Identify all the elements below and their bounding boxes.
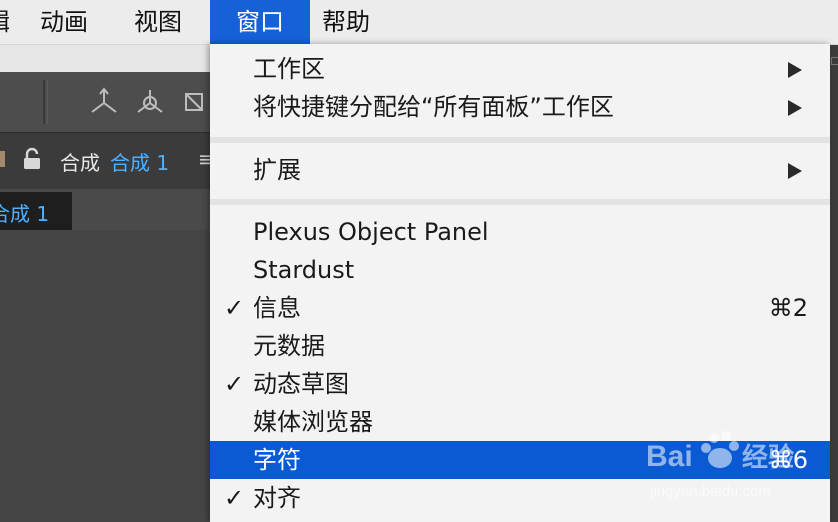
submenu-arrow-icon [788, 62, 802, 78]
checkmark-icon: ✓ [223, 294, 245, 322]
menu-item-label: 工作区 [253, 55, 325, 83]
menu-item-metadata[interactable]: 元数据 [210, 327, 830, 365]
menu-separator [210, 199, 830, 205]
composition-name[interactable]: 合成 1 [110, 147, 169, 176]
menu-item-info[interactable]: ✓ 信息 ⌘2 [210, 289, 830, 327]
menu-item-align[interactable]: ✓ 对齐 [210, 479, 830, 517]
toolbar-divider [43, 80, 45, 124]
menu-item-label: 信息 [253, 294, 301, 322]
menu-item-shortcut: ⌘6 [768, 446, 808, 474]
menu-item-plexus-object-panel[interactable]: Plexus Object Panel [210, 213, 830, 251]
composition-tab-label: 合成 1 [0, 202, 50, 226]
menu-item-media-browser[interactable]: 媒体浏览器 [210, 403, 830, 441]
panel-title: 合成 [60, 151, 100, 175]
menu-item-label: 元数据 [253, 332, 325, 360]
local-axis-icon[interactable] [88, 86, 120, 118]
checkmark-icon: ✓ [223, 370, 245, 398]
panel-control-icon[interactable] [831, 57, 838, 65]
menubar-item-window[interactable]: 窗口 [210, 0, 310, 44]
checkmark-icon: ✓ [223, 484, 245, 512]
menu-item-label: 媒体浏览器 [253, 408, 373, 436]
world-axis-icon[interactable] [134, 86, 166, 118]
menubar-item-help[interactable]: 帮助 [322, 0, 370, 44]
menu-item-label: 扩展 [253, 156, 301, 184]
menu-item-shortcut: ⌘2 [768, 294, 808, 322]
menu-item-motion-sketch[interactable]: ✓ 动态草图 [210, 365, 830, 403]
menu-item-label: 对齐 [253, 484, 301, 512]
lock-icon[interactable] [22, 147, 42, 171]
submenu-arrow-icon [788, 163, 802, 179]
menu-item-label: 字符 [253, 446, 301, 474]
menu-item-workspace[interactable]: 工作区 [210, 50, 830, 88]
screen: 辑 动画 视图 窗口 帮助 [0, 0, 838, 522]
menu-item-label: Plexus Object Panel [253, 218, 489, 246]
window-menu: 工作区 将快捷键分配给“所有面板”工作区 扩展 Plexus Object Pa… [210, 44, 830, 522]
menu-item-label: Stardust [253, 256, 355, 284]
menubar-item-view[interactable]: 视图 [134, 0, 182, 44]
menubar: 辑 动画 视图 窗口 帮助 [0, 0, 838, 45]
menu-item-assign-shortcut[interactable]: 将快捷键分配给“所有面板”工作区 [210, 88, 830, 126]
menu-item-character[interactable]: 字符 ⌘6 [210, 441, 830, 479]
menubar-item-edit[interactable]: 辑 [0, 0, 10, 44]
menu-separator [210, 137, 830, 143]
menu-item-label: 动态草图 [253, 370, 349, 398]
menubar-item-animation[interactable]: 动画 [40, 0, 88, 44]
right-panel-edge [830, 45, 838, 522]
menu-item-extensions[interactable]: 扩展 [210, 151, 830, 189]
label-color-swatch [0, 151, 5, 167]
toolbar-divider-highlight [47, 80, 48, 124]
menu-item-stardust[interactable]: Stardust [210, 251, 830, 289]
composition-tab[interactable]: 合成 1 [0, 192, 72, 230]
submenu-arrow-icon [788, 100, 802, 116]
menu-item-label: 将快捷键分配给“所有面板”工作区 [253, 93, 614, 121]
